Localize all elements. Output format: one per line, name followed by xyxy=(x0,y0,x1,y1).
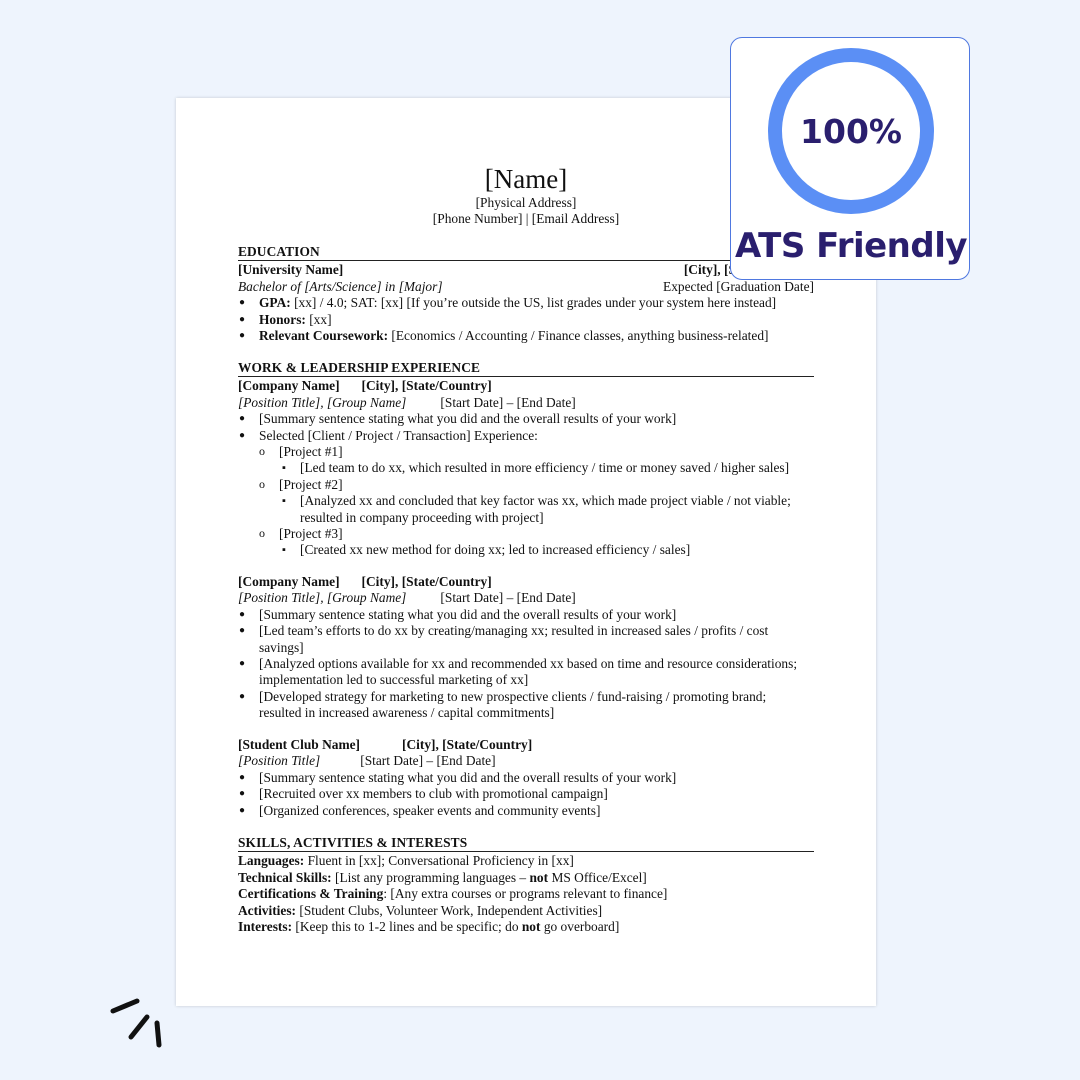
work-title: WORK & LEADERSHIP EXPERIENCE xyxy=(238,360,814,378)
university-name: [University Name] xyxy=(238,262,344,278)
project2-detail-line2: resulted in company proceeding with proj… xyxy=(300,509,544,525)
physical-address: [Physical Address] xyxy=(475,195,577,210)
sparkle-icon xyxy=(110,998,162,1048)
activities-text: [Student Clubs, Volunteer Work, Independ… xyxy=(296,902,603,918)
job2-bullet-3-line2: implementation led to successful marketi… xyxy=(259,672,529,688)
gpa-label: GPA: xyxy=(259,295,291,311)
work-section: WORK & LEADERSHIP EXPERIENCE [Company Na… xyxy=(238,360,814,559)
job2-bullet-3-line1: [Analyzed options available for xx and r… xyxy=(259,656,798,672)
job2-location: [City], [State/Country] xyxy=(361,574,492,589)
interests-tail: go overboard] xyxy=(540,919,620,935)
gpa-bullet: GPA: [xx] / 4.0; SAT: [xx] [If you’re ou… xyxy=(238,295,814,312)
club-location: [City], [State/Country] xyxy=(402,737,533,752)
coursework-label: Relevant Coursework: xyxy=(259,328,389,344)
job2-bullet-4-line2: resulted in increased awareness / capita… xyxy=(259,705,555,721)
education-title: EDUCATION xyxy=(238,244,814,262)
interests-label: Interests: xyxy=(238,919,293,935)
job1-summary: [Summary sentence stating what you did a… xyxy=(238,411,814,428)
coursework-bullet: Relevant Coursework: [Economics / Accoun… xyxy=(238,328,814,345)
project3-detail: [Created xx new method for doing xx; led… xyxy=(238,542,814,559)
contact-line: [Phone Number] | [Email Address] xyxy=(432,211,620,226)
degree: Bachelor of [Arts/Science] in [Major] xyxy=(238,278,443,294)
resume-name: [Name] xyxy=(484,164,568,194)
club-position: [Position Title] xyxy=(238,753,321,769)
languages-text: Fluent in [xx]; Conversational Proficien… xyxy=(304,853,574,869)
job1-selected: Selected [Client / Project / Transaction… xyxy=(238,428,814,445)
job2-position-row: [Position Title], [Group Name] [Start Dat… xyxy=(238,590,814,606)
job1-position-row: [Position Title], [Group Name] [Start Dat… xyxy=(238,395,814,411)
job2-bullet-4: [Developed strategy for marketing to new… xyxy=(238,689,814,722)
cert-line: Certifications & Training: [Any extra co… xyxy=(238,886,814,902)
graduation-date: Expected [Graduation Date] xyxy=(663,278,814,294)
job1-company: [Company Name] xyxy=(238,378,340,394)
activities-line: Activities: [Student Clubs, Volunteer Wo… xyxy=(238,903,814,919)
job1-dates: [Start Date] – [End Date] xyxy=(440,394,576,410)
project1: [Project #1] xyxy=(238,443,814,460)
languages-label: Languages: xyxy=(238,853,305,869)
club-position-row: [Position Title] [Start Date] – [End Date… xyxy=(238,753,814,769)
activities-label: Activities: xyxy=(238,902,297,918)
education-section: EDUCATION [University Name] [City], [Sta… xyxy=(238,244,814,345)
ats-badge: 100% ATS Friendly xyxy=(730,37,970,280)
score-ring: 100% xyxy=(768,48,934,214)
skills-title: SKILLS, ACTIVITIES & INTERESTS xyxy=(238,835,814,853)
skills-section: SKILLS, ACTIVITIES & INTERESTS Languages… xyxy=(238,835,814,935)
university-row: [University Name] [City], [State/Country… xyxy=(238,262,814,278)
project2-detail: [Analyzed xx and concluded that key fact… xyxy=(238,493,814,526)
job1-header: [Company Name] [City], [State/Country] xyxy=(238,378,814,394)
club-bullet-3: [Organized conferences, speaker events a… xyxy=(238,803,814,820)
project2: [Project #2] xyxy=(238,476,814,493)
job2-bullet-2-line2: savings] xyxy=(259,639,304,655)
honors-text: [xx] xyxy=(305,311,332,327)
interests-line: Interests: [Keep this to 1-2 lines and b… xyxy=(238,919,814,935)
coursework-text: [Economics / Accounting / Finance classe… xyxy=(388,328,769,344)
interests-not: not xyxy=(521,919,541,935)
technical-line: Technical Skills: [List any programming … xyxy=(238,870,814,886)
job2-bullet-2-line1: [Led team’s efforts to do xx by creating… xyxy=(259,623,769,639)
club-name: [Student Club Name] xyxy=(238,737,361,752)
club-section: [Student Club Name] [City], [State/Countr… xyxy=(238,737,814,819)
technical-tail: MS Office/Excel] xyxy=(548,869,647,885)
honors-label: Honors: xyxy=(259,311,306,327)
job1-position: [Position Title], [Group Name] xyxy=(238,394,407,410)
job2-position: [Position Title], [Group Name] xyxy=(238,590,407,606)
job2-bullet-4-line1: [Developed strategy for marketing to new… xyxy=(259,688,767,704)
project2-detail-line1: [Analyzed xx and concluded that key fact… xyxy=(300,493,791,509)
job2-dates: [Start Date] – [End Date] xyxy=(440,590,576,606)
cert-text: : [Any extra courses or programs relevan… xyxy=(383,886,668,902)
ats-friendly-label: ATS Friendly xyxy=(734,226,968,266)
job2-bullet-2: [Led team’s efforts to do xx by creating… xyxy=(238,623,814,656)
interests-text: [Keep this to 1-2 lines and be specific;… xyxy=(292,919,522,935)
degree-row: Bachelor of [Arts/Science] in [Major] Ex… xyxy=(238,279,814,295)
job2-bullet-3: [Analyzed options available for xx and r… xyxy=(238,656,814,689)
job2-header: [Company Name] [City], [State/Country] xyxy=(238,574,814,590)
club-bullet-1: [Summary sentence stating what you did a… xyxy=(238,770,814,787)
club-header: [Student Club Name] [City], [State/Countr… xyxy=(238,737,814,753)
job2-section: [Company Name] [City], [State/Country] [P… xyxy=(238,574,814,722)
job2-company: [Company Name] xyxy=(238,574,340,589)
cert-label: Certifications & Training xyxy=(238,886,384,902)
technical-text: [List any programming languages – xyxy=(331,869,530,885)
project1-detail: [Led team to do xx, which resulted in mo… xyxy=(238,460,814,477)
job1-location: [City], [State/Country] xyxy=(361,378,492,394)
technical-label: Technical Skills: xyxy=(238,869,332,885)
honors-bullet: Honors: [xx] xyxy=(238,311,814,329)
club-bullet-2: [Recruited over xx members to club with … xyxy=(238,786,814,803)
score-percent: 100% xyxy=(800,111,902,151)
technical-not: not xyxy=(529,869,549,885)
project3: [Project #3] xyxy=(238,525,814,542)
job2-bullet-1: [Summary sentence stating what you did a… xyxy=(238,607,814,624)
languages-line: Languages: Fluent in [xx]; Conversationa… xyxy=(238,853,814,869)
club-dates: [Start Date] – [End Date] xyxy=(360,753,496,769)
gpa-text: [xx] / 4.0; SAT: [xx] [If you’re outside… xyxy=(290,295,777,311)
